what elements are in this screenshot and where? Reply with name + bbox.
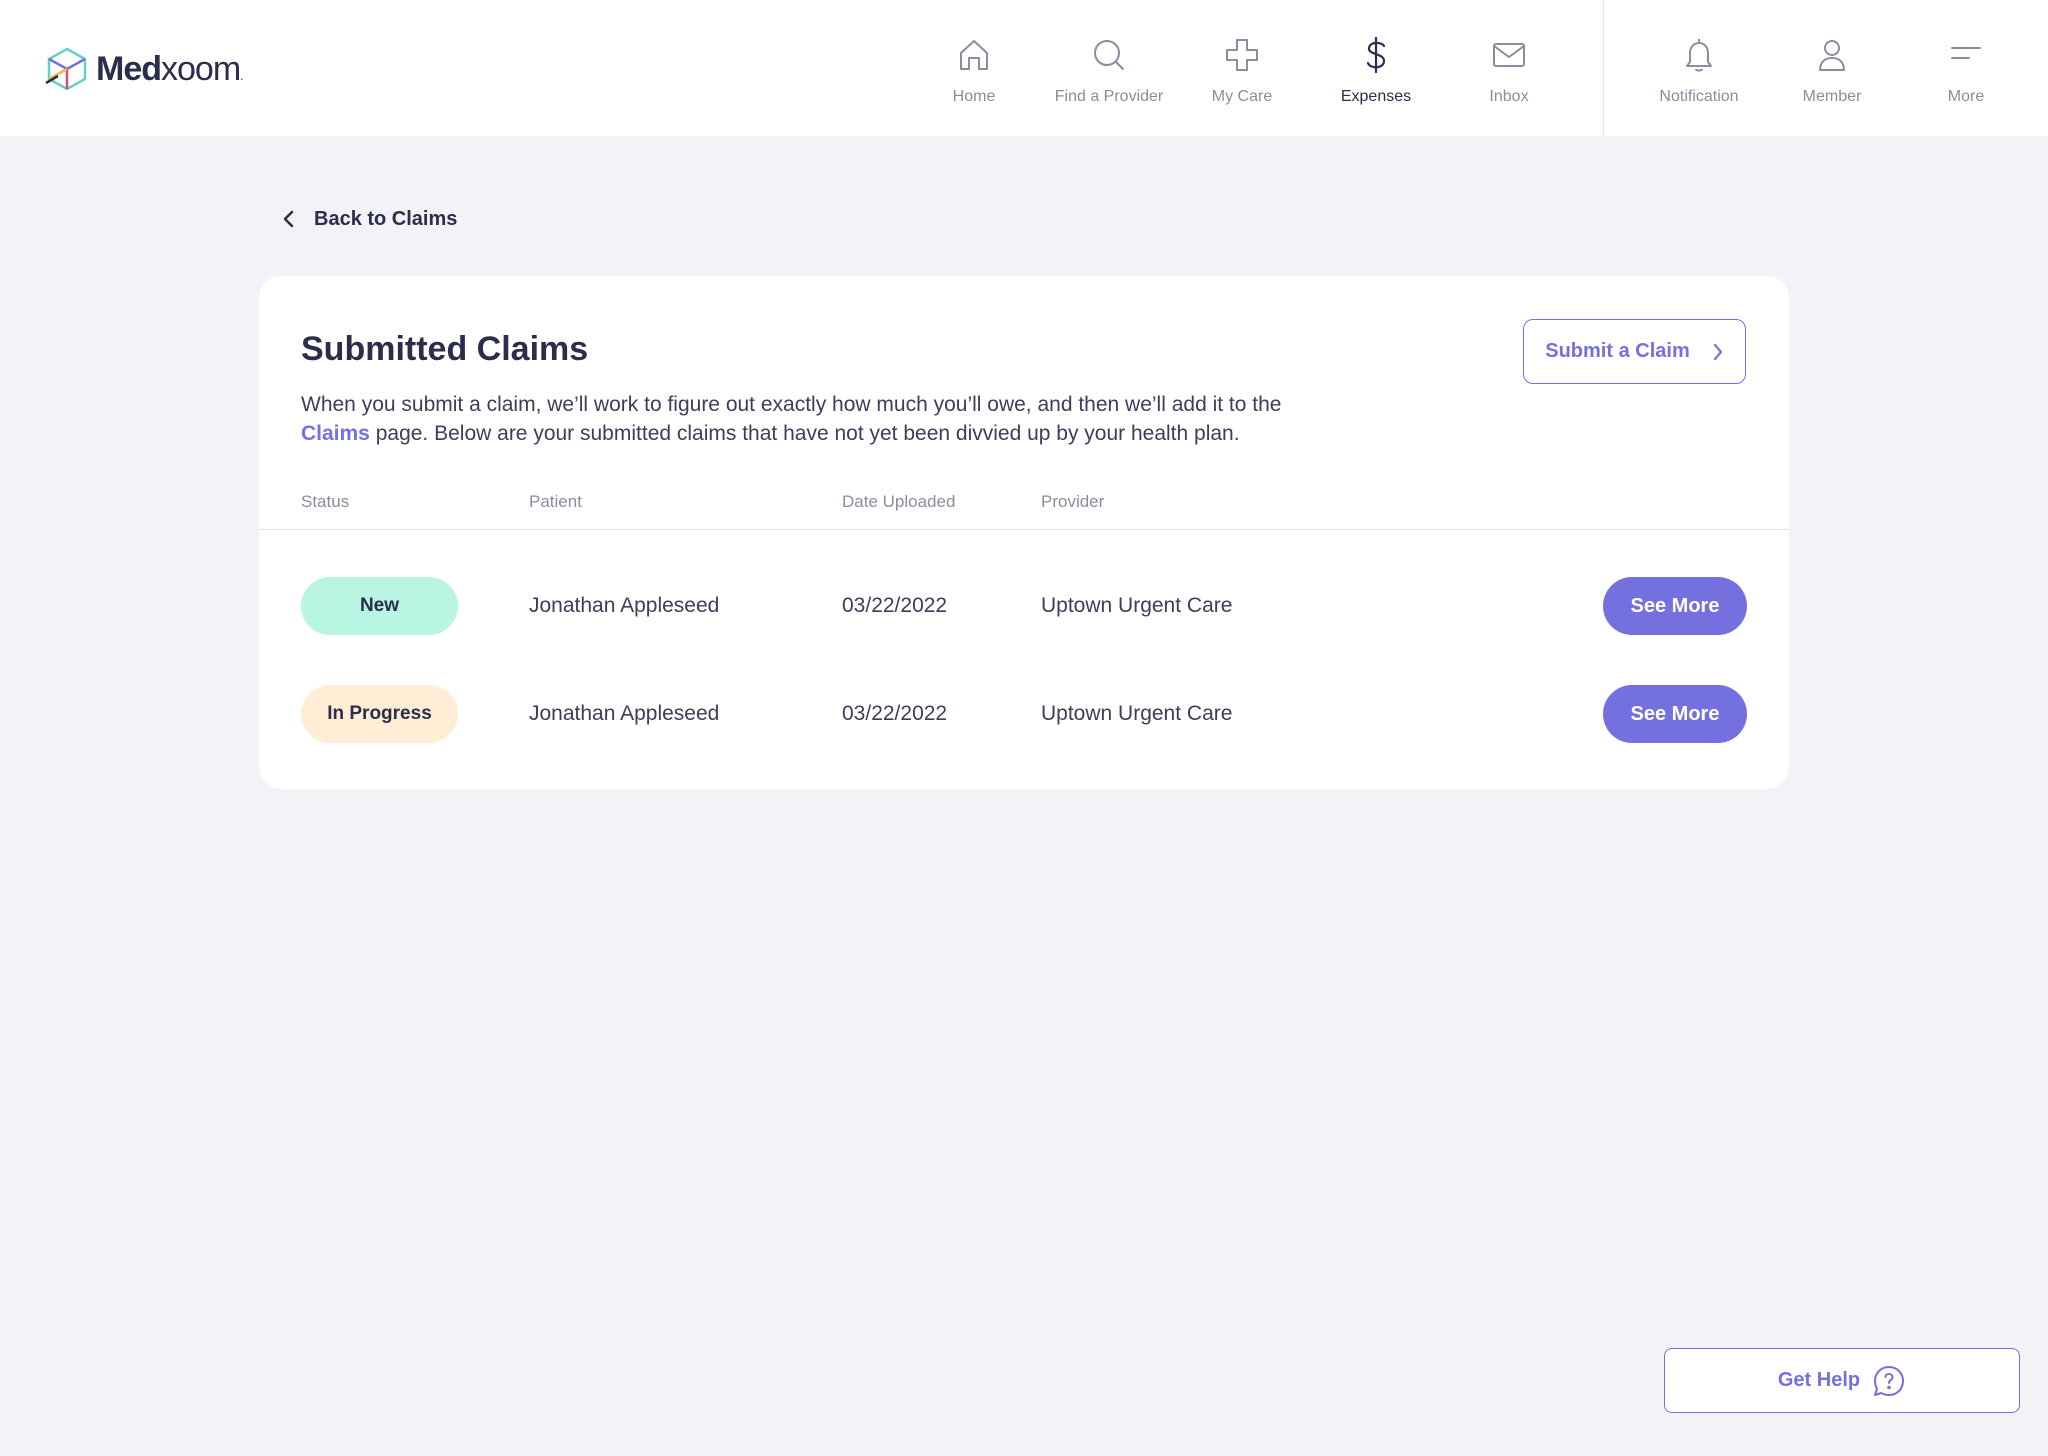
nav-member-label: Member [1802,88,1862,105]
date-uploaded: 03/22/2022 [842,594,948,617]
submitted-claims-card: Submitted Claims When you submit a claim… [259,276,1789,789]
nav-my-care-label: My Care [1211,88,1273,105]
patient-name: Jonathan Appleseed [529,594,720,617]
see-more-button[interactable]: See More [1603,577,1747,635]
nav-member[interactable]: Member [1762,36,1902,106]
see-more-button[interactable]: See More [1603,685,1747,743]
bell-icon [1686,39,1712,72]
nav-more-label: More [1947,88,1985,105]
column-header-provider: Provider [1041,492,1105,511]
nav-divider [1603,0,1604,136]
get-help-button[interactable]: Get Help [1664,1348,2020,1413]
mail-icon [1493,43,1525,67]
table-row: In Progress Jonathan Appleseed 03/22/202… [259,685,1789,743]
table-divider [259,529,1789,530]
medxoom-logo[interactable]: Medxoom. [44,46,244,92]
user-icon [1819,40,1845,71]
claims-link[interactable]: Claims [301,422,370,445]
claims-description: When you submit a claim, we’ll work to f… [301,390,1441,448]
chevron-right-icon [1713,343,1722,360]
home-icon [960,40,988,70]
nav-my-care[interactable]: My Care [1172,36,1312,106]
date-uploaded: 03/22/2022 [842,702,948,725]
dollar-icon [1366,36,1386,74]
nav-home[interactable]: Home [904,36,1044,106]
page-title: Submitted Claims [301,330,589,368]
nav-inbox-label: Inbox [1489,88,1529,105]
logo-wordmark: Medxoom. [96,49,244,88]
search-icon [1094,40,1124,70]
status-badge: New [301,577,458,635]
nav-home-label: Home [952,88,996,105]
get-help-label: Get Help [1777,1369,1861,1391]
nav-notification-label: Notification [1659,88,1739,105]
menu-icon [1951,47,1981,59]
provider-name: Uptown Urgent Care [1041,594,1233,617]
chevron-left-icon [283,210,294,228]
nav-inbox[interactable]: Inbox [1439,36,1579,106]
column-header-patient: Patient [529,492,582,511]
nav-find-a-provider-label: Find a Provider [1054,88,1164,105]
nav-expenses-label: Expenses [1340,88,1412,105]
nav-expenses[interactable]: Expenses [1306,36,1446,106]
column-header-date-uploaded: Date Uploaded [842,492,956,511]
submit-a-claim-label: Submit a Claim [1545,340,1690,362]
status-badge: In Progress [301,685,458,743]
patient-name: Jonathan Appleseed [529,702,720,725]
back-to-claims-label: Back to Claims [314,207,458,230]
provider-name: Uptown Urgent Care [1041,702,1233,725]
submit-a-claim-button[interactable]: Submit a Claim [1523,319,1746,384]
top-header: Medxoom. Home Find a Provider My Care Ex… [0,0,2048,136]
nav-more[interactable]: More [1896,36,2036,106]
table-row: New Jonathan Appleseed 03/22/2022 Uptown… [259,577,1789,635]
back-to-claims-link[interactable]: Back to Claims [282,204,457,234]
nav-find-a-provider[interactable]: Find a Provider [1039,36,1179,106]
plus-cross-icon [1226,39,1258,71]
medxoom-logo-icon [45,47,87,91]
description-text-before: When you submit a claim, we’ll work to f… [301,393,1282,416]
description-text-after: page. Below are your submitted claims th… [375,422,1240,445]
nav-notification[interactable]: Notification [1629,36,1769,106]
column-header-status: Status [301,492,350,511]
help-chat-icon [1874,1365,1905,1396]
